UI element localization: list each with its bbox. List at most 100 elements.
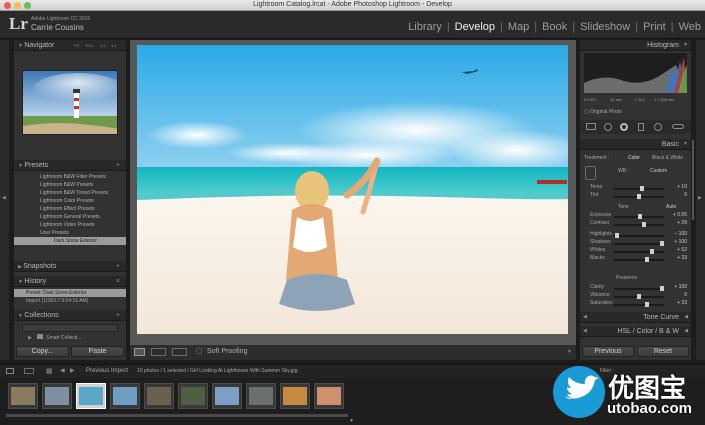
module-slideshow[interactable]: Slideshow — [580, 21, 630, 33]
auto-tone-button[interactable]: Auto — [666, 204, 676, 210]
slider-value[interactable]: 0 — [684, 192, 687, 198]
crop-tool-icon[interactable] — [586, 123, 596, 130]
reset-button[interactable]: Reset — [637, 346, 689, 357]
filmstrip-thumb[interactable] — [144, 383, 174, 409]
right-panel-scrollbar[interactable] — [692, 140, 694, 220]
slider-handle[interactable] — [645, 257, 649, 262]
clear-history-icon[interactable]: × — [116, 276, 120, 287]
add-snapshot-icon[interactable]: + — [116, 261, 120, 272]
slider-handle[interactable] — [614, 233, 619, 238]
soft-proofing-checkbox[interactable]: ▢ — [196, 347, 203, 355]
preset-folder[interactable]: Lightroom B&W Filter Presets — [14, 173, 126, 181]
navigator-zoom-1to1[interactable]: 1:1 — [100, 40, 106, 51]
preset-item-selected[interactable]: Dark Snow Exterior — [14, 237, 126, 245]
slider-handle[interactable] — [637, 194, 641, 199]
navigator-header[interactable]: ▼ Navigator FIT FILL 1:1 1:1 — [14, 40, 126, 51]
slider-track[interactable] — [614, 235, 664, 237]
snapshots-header[interactable]: ▶ Snapshots + — [14, 261, 126, 272]
slider-value[interactable]: + 10 — [677, 184, 687, 190]
slider-track[interactable] — [614, 259, 664, 261]
navigator-zoom-ratio[interactable]: 1:1 — [111, 40, 117, 51]
secondary-display-icon[interactable] — [6, 368, 14, 374]
filmstrip-thumb[interactable] — [110, 383, 140, 409]
filmstrip-thumb[interactable] — [280, 383, 310, 409]
copy-settings-button[interactable]: Copy... — [16, 346, 69, 357]
preset-folder[interactable]: Lightroom Color Presets — [14, 197, 126, 205]
back-arrow-icon[interactable]: ◀ — [60, 367, 65, 374]
histogram-header[interactable]: Histogram ▼ — [580, 40, 691, 51]
navigator-preview[interactable] — [22, 70, 118, 135]
filmstrip-thumb[interactable] — [76, 383, 106, 409]
before-after-icon[interactable] — [172, 348, 187, 356]
navigator-zoom-fill[interactable]: FILL — [86, 40, 94, 51]
slider-track[interactable] — [614, 288, 664, 290]
filmstrip-thumb[interactable] — [314, 383, 344, 409]
slider-value[interactable]: + 29 — [677, 220, 687, 226]
slider-handle[interactable] — [637, 294, 641, 299]
slider-value[interactable]: + 100 — [674, 239, 687, 245]
module-print[interactable]: Print — [643, 21, 666, 33]
slider-handle[interactable] — [650, 249, 654, 254]
toolbar-menu-icon[interactable]: ▼ — [567, 349, 572, 355]
slider-handle[interactable] — [638, 214, 642, 219]
slider-value[interactable]: + 52 — [677, 247, 687, 253]
slider-handle[interactable] — [639, 186, 644, 191]
loupe-view-icon[interactable] — [134, 348, 145, 356]
spot-removal-icon[interactable] — [604, 123, 612, 131]
slider-value[interactable]: − 100 — [674, 231, 687, 237]
original-photo-checkbox[interactable]: ▢ Original Photo — [584, 109, 622, 115]
slider-handle[interactable] — [642, 222, 646, 227]
right-panel-toggle[interactable]: ▶ — [696, 40, 705, 360]
filmstrip-thumb[interactable] — [246, 383, 276, 409]
filmstrip-scrollbar[interactable] — [6, 414, 348, 417]
slider-value[interactable]: + 100 — [674, 284, 687, 290]
preset-folder[interactable]: Lightroom B&W Toned Presets — [14, 189, 126, 197]
slider-handle[interactable] — [659, 241, 664, 246]
module-library[interactable]: Library — [408, 21, 442, 33]
radial-filter-icon[interactable] — [654, 123, 662, 131]
left-panel-toggle[interactable]: ◀ — [0, 40, 9, 360]
presets-header[interactable]: ▼ Presets + — [14, 160, 126, 171]
wb-dropdown[interactable]: Custom — [650, 168, 667, 174]
paste-settings-button[interactable]: Paste — [71, 346, 124, 357]
slider-track[interactable] — [614, 243, 664, 245]
module-develop[interactable]: Develop — [455, 21, 495, 33]
filmstrip-thumb[interactable] — [8, 383, 38, 409]
filmstrip-toggle-icon[interactable]: ▼ — [349, 418, 354, 424]
grid-icon[interactable]: ▦ — [46, 367, 53, 375]
basic-header[interactable]: Basic ▼ — [580, 139, 691, 150]
histogram-graph[interactable] — [584, 53, 687, 93]
history-header[interactable]: ▼ History × — [14, 276, 126, 287]
filmstrip-thumb[interactable] — [42, 383, 72, 409]
slider-handle[interactable] — [645, 302, 649, 307]
navigator-zoom-fit[interactable]: FIT — [74, 40, 80, 51]
compare-view-icon[interactable] — [151, 348, 166, 356]
filmstrip-thumb[interactable] — [178, 383, 208, 409]
slider-track[interactable] — [614, 251, 664, 253]
graduated-filter-icon[interactable] — [638, 123, 644, 131]
red-eye-icon[interactable] — [620, 123, 628, 131]
filmstrip-thumb[interactable] — [212, 383, 242, 409]
module-book[interactable]: Book — [542, 21, 567, 33]
previous-button[interactable]: Previous — [582, 346, 634, 357]
filmstrip-source[interactable]: Previous Import — [86, 368, 128, 374]
collection-filter[interactable] — [22, 324, 118, 332]
preset-folder[interactable]: Lightroom B&W Presets — [14, 181, 126, 189]
slider-handle[interactable] — [659, 286, 664, 291]
hsl-header[interactable]: ◀ HSL / Color / B & W ◀ — [580, 326, 691, 337]
slider-value[interactable]: + 33 — [677, 300, 687, 306]
preset-folder[interactable]: Lightroom Video Presets — [14, 221, 126, 229]
module-web[interactable]: Web — [679, 21, 701, 33]
slider-value[interactable]: 0 — [684, 292, 687, 298]
collections-header[interactable]: ▼ Collections + — [14, 310, 126, 321]
tone-curve-header[interactable]: ◀ Tone Curve ◀ — [580, 312, 691, 323]
treatment-bw-button[interactable]: Black & White — [652, 154, 683, 163]
preset-folder[interactable]: Lightroom General Presets — [14, 213, 126, 221]
slider-value[interactable]: + 0.05 — [673, 212, 687, 218]
history-item-selected[interactable]: Preset: Dark Snow Exterior — [14, 289, 126, 297]
add-preset-icon[interactable]: + — [116, 160, 120, 171]
module-map[interactable]: Map — [508, 21, 529, 33]
grid-view-icon[interactable] — [24, 368, 34, 374]
slider-track[interactable] — [614, 304, 664, 306]
add-collection-icon[interactable]: + — [116, 310, 120, 321]
